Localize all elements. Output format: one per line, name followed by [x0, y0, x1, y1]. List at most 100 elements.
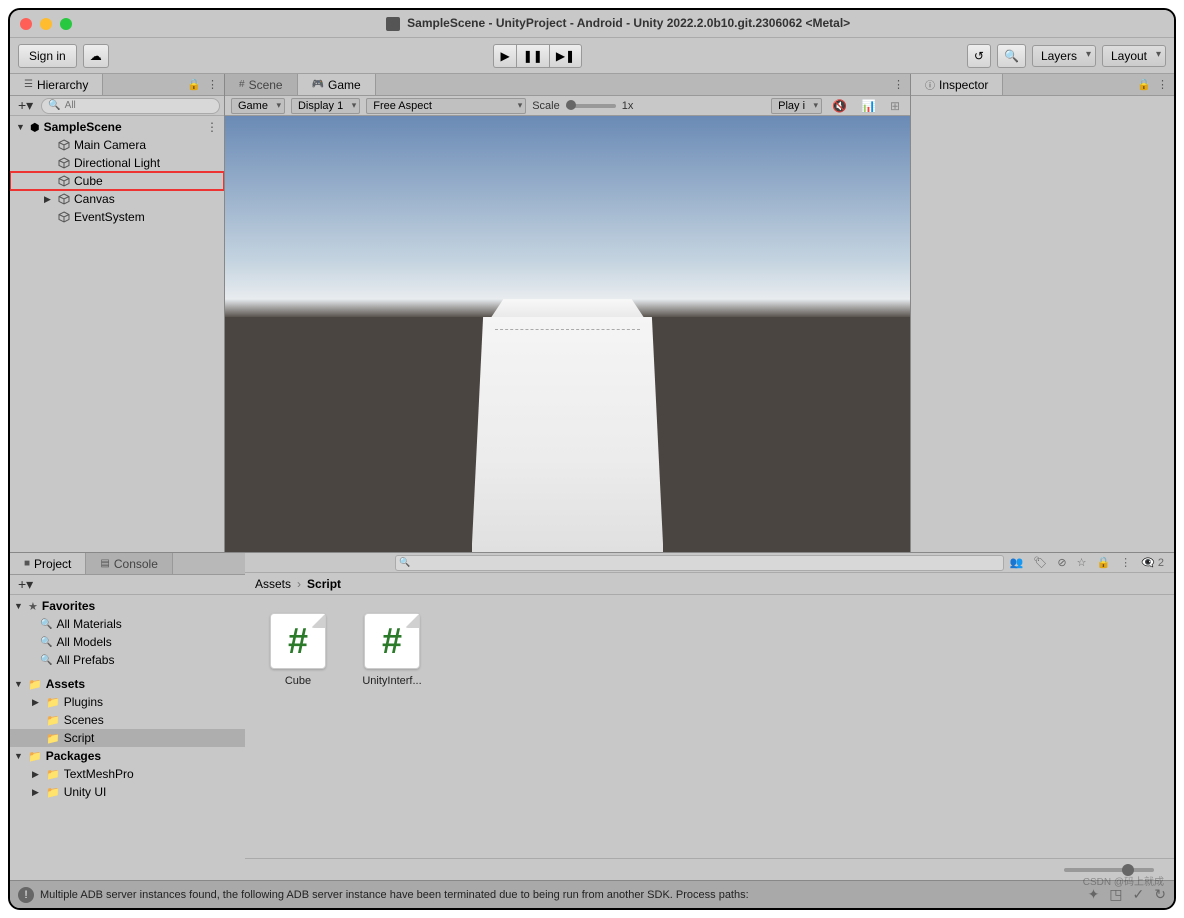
create-asset-dropdown[interactable]: +▾ [14, 576, 37, 593]
panel-menu-icon[interactable]: ⋮ [207, 78, 218, 91]
scene-row[interactable]: ▼ ⬢ SampleScene ⋮ [10, 118, 224, 136]
folder-item[interactable]: 📁Script [10, 729, 245, 747]
package-item[interactable]: ▶📁TextMeshPro [10, 765, 245, 783]
layers-dropdown[interactable]: Layers [1032, 45, 1096, 67]
folder-icon: 📁 [46, 714, 60, 727]
status-icon-2[interactable]: ◳ [1109, 886, 1122, 903]
stats-icon[interactable]: 📊 [857, 99, 880, 113]
package-item[interactable]: ▶📁Unity UI [10, 783, 245, 801]
hierarchy-item[interactable]: Directional Light [10, 154, 224, 172]
lock-icon[interactable]: 🔒 [187, 78, 201, 91]
minimize-window-button[interactable] [40, 18, 52, 30]
watermark: CSDN @码上就成 [1083, 873, 1164, 888]
hierarchy-item[interactable]: Cube [10, 172, 224, 190]
packages-header[interactable]: ▼📁 Packages [10, 747, 245, 765]
star-icon: ★ [28, 600, 38, 613]
folder-item[interactable]: 📁Scenes [10, 711, 245, 729]
inspector-tab[interactable]: ⓘ Inspector [911, 74, 1003, 95]
hierarchy-item[interactable]: ▶ Canvas [10, 190, 224, 208]
hierarchy-item[interactable]: Main Camera [10, 136, 224, 154]
sky-render [225, 116, 910, 299]
save-search-icon[interactable]: 🏷 [1030, 556, 1050, 569]
favorite-item[interactable]: 🔍All Prefabs [10, 651, 245, 669]
asset-item[interactable]: # UnityInterf... [357, 613, 427, 687]
game-tab[interactable]: 🎮 Game [298, 74, 376, 95]
maximize-window-button[interactable] [60, 18, 72, 30]
project-search-input[interactable] [395, 555, 1004, 571]
favorite-item[interactable]: 🔍All Materials [10, 615, 245, 633]
favorites-header[interactable]: ▼★ Favorites [10, 597, 245, 615]
filter-by-label-icon[interactable]: 👥 [1007, 556, 1027, 569]
panel-menu-icon[interactable]: ⋮ [893, 78, 904, 91]
close-window-button[interactable] [20, 18, 32, 30]
step-button[interactable]: ▶❚ [549, 44, 582, 68]
hierarchy-item[interactable]: EventSystem [10, 208, 224, 226]
hidden-toggle[interactable]: 👁‍🗨2 [1138, 556, 1170, 569]
gameobject-icon [58, 211, 70, 223]
panel-menu-icon[interactable]: ⋮ [1117, 556, 1134, 569]
status-icon-3[interactable]: ✓ [1133, 886, 1145, 903]
gizmos-icon[interactable]: ⊞ [886, 99, 904, 113]
display-dropdown[interactable]: Display 1 [291, 98, 360, 114]
hierarchy-tab[interactable]: ☰ Hierarchy [10, 74, 103, 95]
play-button[interactable]: ▶ [493, 44, 515, 68]
folder-icon: ■ [24, 558, 30, 569]
mute-icon[interactable]: 🔇 [828, 99, 851, 113]
hierarchy-search-input[interactable]: 🔍 All [41, 98, 220, 114]
play-focus-dropdown[interactable]: Play i [771, 98, 822, 114]
project-panel-left: ■ Project ▤ Console +▾ ▼★ Favorites [10, 553, 245, 880]
undo-history-button[interactable]: ↺ [967, 44, 991, 68]
window-controls [20, 18, 72, 30]
favorite-star-icon[interactable]: ☆ [1074, 556, 1090, 569]
signin-button[interactable]: Sign in [18, 44, 77, 68]
expand-arrow-icon[interactable]: ▼ [16, 122, 26, 132]
upper-panels: ☰ Hierarchy 🔒 ⋮ +▾ 🔍 All ▼ [10, 74, 1174, 552]
icon-size-slider[interactable] [1064, 868, 1154, 872]
scale-slider[interactable] [566, 104, 616, 108]
status-icon-1[interactable]: ✦ [1088, 886, 1100, 903]
status-icon-4[interactable]: ↻ [1154, 886, 1166, 903]
folder-icon: 📁 [46, 786, 60, 799]
pause-button[interactable]: ❚❚ [516, 44, 549, 68]
breadcrumb-current[interactable]: Script [307, 577, 341, 591]
project-tab[interactable]: ■ Project [10, 553, 86, 574]
status-message[interactable]: Multiple ADB server instances found, the… [40, 889, 749, 901]
asset-item[interactable]: # Cube [263, 613, 333, 687]
console-icon: ▤ [100, 558, 109, 569]
hierarchy-tree: ▼ ⬢ SampleScene ⋮ Main Camera Directiona… [10, 116, 224, 552]
project-footer [245, 858, 1174, 880]
inspector-icon: ⓘ [925, 77, 935, 92]
assets-header[interactable]: ▼📁 Assets [10, 675, 245, 693]
scene-tab[interactable]: # Scene [225, 74, 298, 95]
project-panel-right: ◧ 👥 🏷 ⊘ ☆ 🔒 ⋮ 👁‍🗨2 Assets › Script [245, 553, 1174, 880]
error-icon[interactable]: ! [18, 887, 34, 903]
game-mode-dropdown[interactable]: Game [231, 98, 285, 114]
chevron-right-icon: › [297, 577, 301, 591]
panel-menu-icon[interactable]: ⋮ [1157, 78, 1168, 91]
lock-icon[interactable]: 🔒 [1093, 556, 1113, 569]
favorite-item[interactable]: 🔍All Models [10, 633, 245, 651]
project-breadcrumb: Assets › Script [245, 573, 1174, 595]
breadcrumb-root[interactable]: Assets [255, 577, 291, 591]
cloud-button[interactable]: ☁ [83, 44, 109, 68]
console-tab[interactable]: ▤ Console [86, 553, 172, 574]
hidden-packages-icon[interactable]: ⊘ [1054, 556, 1069, 569]
project-tree: ▼★ Favorites 🔍All Materials🔍All Models🔍A… [10, 595, 245, 880]
scene-menu-icon[interactable]: ⋮ [206, 120, 224, 134]
main-toolbar: Sign in ☁ ▶ ❚❚ ▶❚ ↺ 🔍 Layers Layout [10, 38, 1174, 74]
layout-dropdown[interactable]: Layout [1102, 45, 1166, 67]
create-dropdown[interactable]: +▾ [14, 97, 37, 114]
cube-render [472, 299, 664, 552]
game-canvas[interactable] [225, 116, 910, 552]
search-button[interactable]: 🔍 [997, 44, 1026, 68]
inspector-body [911, 96, 1174, 552]
gameobject-icon [58, 157, 70, 169]
folder-item[interactable]: ▶📁Plugins [10, 693, 245, 711]
app-window: SampleScene - UnityProject - Android - U… [8, 8, 1176, 910]
folder-icon: 📁 [28, 678, 42, 691]
aspect-dropdown[interactable]: Free Aspect [366, 98, 526, 114]
unity-logo-icon [386, 17, 400, 31]
lock-icon[interactable]: 🔒 [1137, 78, 1151, 91]
window-title: SampleScene - UnityProject - Android - U… [72, 16, 1164, 31]
csharp-script-icon: # [270, 613, 326, 669]
